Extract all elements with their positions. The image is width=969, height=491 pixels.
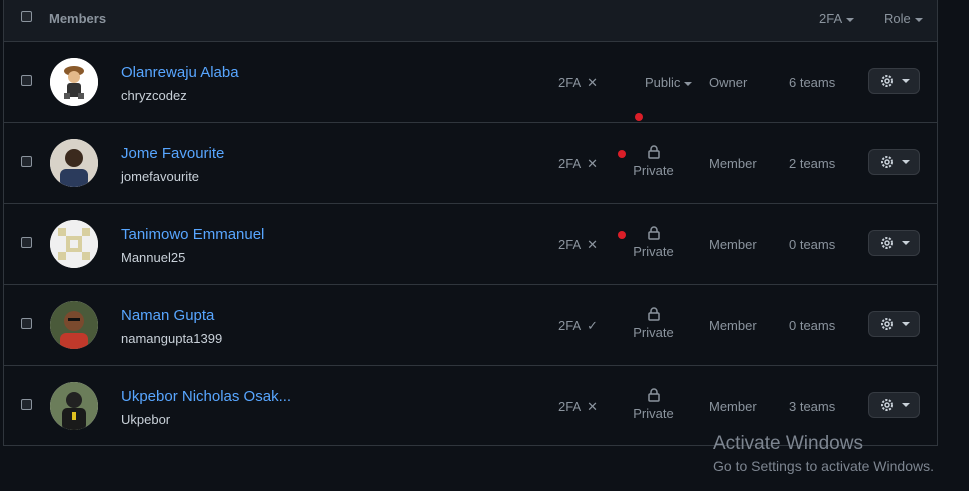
member-login: namangupta1399 xyxy=(121,331,223,346)
avatar[interactable] xyxy=(50,139,98,187)
2fa-filter-dropdown[interactable]: 2FA xyxy=(819,11,855,26)
visibility-status: Private xyxy=(626,145,681,178)
2fa-label: 2FA xyxy=(558,399,582,414)
chevron-down-icon xyxy=(901,241,910,245)
2fa-label: 2FA xyxy=(558,75,582,90)
visibility-label: Private xyxy=(633,406,674,421)
visibility-status: Private xyxy=(626,388,681,421)
member-row: Naman Gupta namangupta1399 2FA ✓ Private … xyxy=(4,285,937,366)
member-checkbox[interactable] xyxy=(21,318,32,329)
avatar-image xyxy=(50,301,98,349)
member-teams-link[interactable]: 0 teams xyxy=(789,237,835,252)
chevron-down-icon xyxy=(901,160,910,164)
member-teams-link[interactable]: 6 teams xyxy=(789,75,835,90)
role-filter-label: Role xyxy=(884,11,911,26)
lock-icon xyxy=(647,388,660,402)
visibility-status: Private xyxy=(626,226,681,259)
member-checkbox[interactable] xyxy=(21,156,32,167)
member-name-link[interactable]: Jome Favourite xyxy=(121,145,224,162)
visibility-status: Private xyxy=(626,307,681,340)
member-settings-button[interactable] xyxy=(868,230,920,256)
member-row: Olanrewaju Alaba chryzcodez 2FA ✕ Public … xyxy=(4,42,937,123)
2fa-label: 2FA xyxy=(558,156,582,171)
visibility-dropdown[interactable]: Public xyxy=(645,75,693,90)
visibility-label: Private xyxy=(633,325,674,340)
x-icon: ✕ xyxy=(587,237,599,252)
member-login: Ukpebor xyxy=(121,412,171,427)
activate-windows-subtitle: Go to Settings to activate Windows. xyxy=(713,458,934,474)
2fa-status: 2FA ✕ xyxy=(558,399,598,415)
member-settings-button[interactable] xyxy=(868,68,920,94)
chevron-down-icon xyxy=(901,79,910,83)
member-settings-button[interactable] xyxy=(868,149,920,175)
gear-icon xyxy=(880,399,893,411)
member-settings-button[interactable] xyxy=(868,392,920,418)
avatar[interactable] xyxy=(50,382,98,430)
lock-icon xyxy=(647,145,660,159)
check-icon: ✓ xyxy=(587,318,599,333)
members-table: Members 2FA Role Olanrewaju Alaba chryzc… xyxy=(3,0,938,446)
alert-dot-icon xyxy=(618,231,626,239)
visibility-label: Private xyxy=(633,163,674,178)
visibility-label: Public xyxy=(645,75,681,90)
member-teams-link[interactable]: 2 teams xyxy=(789,156,835,171)
chevron-down-icon xyxy=(914,17,923,22)
avatar[interactable] xyxy=(50,220,98,268)
gear-icon xyxy=(880,156,893,168)
member-checkbox[interactable] xyxy=(21,75,32,86)
chevron-down-icon xyxy=(901,403,910,407)
avatar-image xyxy=(50,139,98,187)
avatar-image xyxy=(50,58,98,106)
avatar-image xyxy=(50,382,98,430)
2fa-status: 2FA ✓ xyxy=(558,318,598,334)
member-row: Tanimowo Emmanuel Mannuel25 2FA ✕ Private… xyxy=(4,204,937,285)
2fa-label: 2FA xyxy=(558,318,582,333)
member-role: Owner xyxy=(709,75,748,90)
alert-dot-icon xyxy=(618,150,626,158)
member-login: jomefavourite xyxy=(121,169,200,184)
chevron-down-icon xyxy=(901,322,910,326)
avatar[interactable] xyxy=(50,58,98,106)
members-header: Members 2FA Role xyxy=(4,0,937,42)
member-checkbox[interactable] xyxy=(21,237,32,248)
member-role: Member xyxy=(709,237,757,252)
gear-icon xyxy=(880,75,893,87)
chevron-down-icon xyxy=(684,81,693,86)
2fa-filter-label: 2FA xyxy=(819,11,843,26)
member-teams-link[interactable]: 3 teams xyxy=(789,399,835,414)
select-all-checkbox[interactable] xyxy=(21,11,32,22)
member-row: Jome Favourite jomefavourite 2FA ✕ Privat… xyxy=(4,123,937,204)
member-name-link[interactable]: Olanrewaju Alaba xyxy=(121,64,239,81)
x-icon: ✕ xyxy=(587,399,599,414)
member-name-link[interactable]: Naman Gupta xyxy=(121,307,214,324)
2fa-label: 2FA xyxy=(558,237,582,252)
gear-icon xyxy=(880,237,893,249)
avatar[interactable] xyxy=(50,301,98,349)
member-login: Mannuel25 xyxy=(121,250,186,265)
2fa-status: 2FA ✕ xyxy=(558,75,598,91)
member-role: Member xyxy=(709,156,757,171)
member-checkbox[interactable] xyxy=(21,399,32,410)
member-name-link[interactable]: Tanimowo Emmanuel xyxy=(121,226,264,243)
2fa-status: 2FA ✕ xyxy=(558,237,598,253)
member-role: Member xyxy=(709,399,757,414)
lock-icon xyxy=(647,226,660,240)
member-role: Member xyxy=(709,318,757,333)
2fa-status: 2FA ✕ xyxy=(558,156,598,172)
member-settings-button[interactable] xyxy=(868,311,920,337)
member-name-link[interactable]: Ukpebor Nicholas Osak... xyxy=(121,388,291,405)
x-icon: ✕ xyxy=(587,156,599,171)
x-icon: ✕ xyxy=(587,75,599,90)
activate-windows-title: Activate Windows xyxy=(713,433,863,454)
role-filter-dropdown[interactable]: Role xyxy=(884,11,923,26)
chevron-down-icon xyxy=(846,17,855,22)
gear-icon xyxy=(880,318,893,330)
alert-dot-icon xyxy=(635,113,643,121)
member-login: chryzcodez xyxy=(121,88,187,103)
avatar-image xyxy=(50,220,98,268)
lock-icon xyxy=(647,307,660,321)
visibility-label: Private xyxy=(633,244,674,259)
member-teams-link[interactable]: 0 teams xyxy=(789,318,835,333)
members-title: Members xyxy=(49,11,107,26)
